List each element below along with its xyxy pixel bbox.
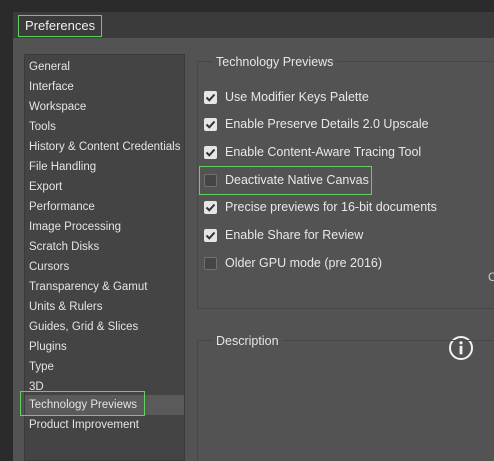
option-preserve-details-upscale[interactable]: Enable Preserve Details 2.0 Upscale [204, 113, 429, 135]
sidebar-item-cursors[interactable]: Cursors [25, 257, 184, 277]
sidebar-item-scratch-disks[interactable]: Scratch Disks [25, 237, 184, 257]
option-share-for-review[interactable]: Enable Share for Review [204, 224, 363, 246]
option-label: Precise previews for 16-bit documents [225, 200, 437, 214]
sidebar-item-image-processing[interactable]: Image Processing [25, 217, 184, 237]
checkbox-checked-icon[interactable] [204, 90, 217, 104]
option-modifier-keys-palette[interactable]: Use Modifier Keys Palette [204, 86, 369, 108]
checkbox-checked-icon[interactable] [204, 117, 217, 131]
truncated-info-text: C [488, 270, 494, 284]
option-label: Older GPU mode (pre 2016) [225, 256, 383, 270]
sidebar-item-workspace[interactable]: Workspace [25, 97, 184, 117]
sidebar-item-tools[interactable]: Tools [25, 117, 184, 137]
sidebar-item-units-rulers[interactable]: Units & Rulers [25, 297, 184, 317]
option-label: Enable Share for Review [225, 228, 364, 242]
sidebar-item-general[interactable]: General [25, 57, 184, 77]
panel-title: Technology Previews [212, 54, 338, 70]
sidebar-item-product-improvement[interactable]: Product Improvement [25, 415, 184, 435]
checkbox-unchecked-icon[interactable] [204, 256, 217, 270]
sidebar-item-history[interactable]: History & Content Credentials [25, 137, 184, 157]
preferences-dialog: Preferences General Interface Workspace … [13, 12, 494, 461]
option-label: Enable Content-Aware Tracing Tool [225, 145, 422, 159]
checkbox-checked-icon[interactable] [204, 228, 217, 242]
description-title: Description [212, 333, 283, 349]
option-content-aware-tracing[interactable]: Enable Content-Aware Tracing Tool [204, 141, 421, 163]
checkbox-checked-icon[interactable] [204, 200, 217, 214]
sidebar-item-type[interactable]: Type [25, 357, 184, 377]
window-title: Preferences [18, 15, 103, 37]
option-highlight [199, 166, 372, 195]
title-bar: Preferences [13, 12, 494, 38]
selection-highlight [20, 391, 145, 416]
sidebar-item-interface[interactable]: Interface [25, 77, 184, 97]
sidebar-item-plugins[interactable]: Plugins [25, 337, 184, 357]
option-label: Enable Preserve Details 2.0 Upscale [225, 117, 429, 131]
checkbox-checked-icon[interactable] [204, 145, 217, 159]
sidebar-item-export[interactable]: Export [25, 177, 184, 197]
sidebar-item-performance[interactable]: Performance [25, 197, 184, 217]
option-label: Use Modifier Keys Palette [225, 90, 369, 104]
option-older-gpu-mode[interactable]: Older GPU mode (pre 2016) [204, 252, 382, 274]
sidebar-item-transparency[interactable]: Transparency & Gamut [25, 277, 184, 297]
description-panel: Description [197, 333, 494, 461]
technology-previews-panel: Technology Previews Use Modifier Keys Pa… [197, 54, 494, 360]
sidebar-item-file-handling[interactable]: File Handling [25, 157, 184, 177]
sidebar-item-guides-grid[interactable]: Guides, Grid & Slices [25, 317, 184, 337]
option-precise-previews-16bit[interactable]: Precise previews for 16-bit documents [204, 196, 437, 218]
